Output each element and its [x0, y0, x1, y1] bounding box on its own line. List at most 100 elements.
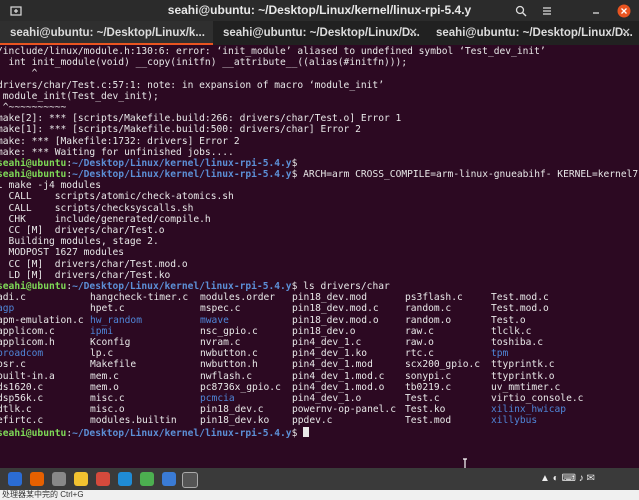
search-icon[interactable]: [509, 0, 533, 21]
ls-entry: Test.c: [405, 392, 440, 404]
ls-entry: nwbutton.c: [200, 348, 258, 360]
prompt-user: seahi@ubuntu: [0, 280, 67, 292]
ls-entry: pin18_dev.c: [200, 404, 264, 416]
folder-icon[interactable]: [74, 472, 88, 486]
ls-entry: dtlk.c: [0, 404, 32, 416]
ls-entry: tpm: [491, 348, 509, 360]
terminal-app-icon[interactable]: [182, 472, 198, 488]
ls-entry: broadcom: [0, 348, 44, 360]
prompt-path: ~/Desktop/Linux/kernel/linux-rpi-5.4.y: [72, 280, 292, 292]
tray-icons: ▲ ◐ ⌨ ♪ ✉: [540, 473, 595, 484]
tab-terminal-3[interactable]: seahi@ubuntu: ~/Desktop/Linux/D... ✕: [426, 21, 639, 45]
prompt-path: ~/Desktop/Linux/kernel/linux-rpi-5.4.y: [72, 157, 292, 169]
prompt-line: seahi@ubuntu:~/Desktop/Linux/kernel/linu…: [0, 281, 639, 292]
close-tab-icon[interactable]: ✕: [621, 21, 631, 45]
ls-entry: hpet.c: [90, 303, 125, 315]
ls-entry: pin4_dev_1.mod.c: [292, 370, 385, 382]
build-line: CC [M] drivers/char/Test.mod.o: [0, 258, 188, 270]
prompt-path: ~/Desktop/Linux/kernel/linux-rpi-5.4.y: [72, 169, 292, 181]
ls-entry: nsc_gpio.c: [200, 325, 258, 337]
ls-entry: pcmcia: [200, 392, 235, 404]
prompt-user: seahi@ubuntu: [0, 427, 67, 439]
ls-entry: pin18_dev.mod.o: [292, 314, 379, 326]
prompt-path: ~/Desktop/Linux/kernel/linux-rpi-5.4.y: [72, 427, 292, 439]
ls-entry: misc.c: [90, 392, 125, 404]
command-text: ARCH=arm CROSS_COMPILE=arm-linux-gnueabi…: [297, 169, 639, 181]
output-line: int init_module(void) __copy(initfn) __a…: [0, 57, 408, 69]
close-tab-icon[interactable]: ✕: [408, 21, 418, 45]
ls-entry: bsr.c: [0, 359, 26, 371]
tab-label: seahi@ubuntu: ~/Desktop/Linux/D...: [223, 27, 420, 39]
ls-entry: mspec.c: [200, 303, 241, 315]
status-bar: 处理器某中完的 Ctrl+G: [0, 490, 639, 500]
browser-icon[interactable]: [30, 472, 44, 486]
output-line: drivers/char/Test.c:57:1: note: in expan…: [0, 79, 384, 91]
ls-entry: pin4_dev_1.mod: [292, 359, 373, 371]
tab-bar: seahi@ubuntu: ~/Desktop/Linux/k... seahi…: [0, 21, 639, 45]
ls-entry: Test.o: [491, 314, 526, 326]
output-line: make: *** Waiting for unfinished jobs...…: [0, 146, 234, 158]
ls-entry: powernv-op-panel.c: [292, 404, 396, 416]
prompt-line: seahi@ubuntu:~/Desktop/Linux/kernel/linu…: [0, 426, 639, 439]
ls-entry: applicom.c: [0, 325, 55, 337]
ls-entry: ds1620.c: [0, 381, 44, 393]
ls-entry: apm-emulation.c: [0, 314, 84, 326]
build-line: CHK include/generated/compile.h: [0, 213, 211, 225]
ls-entry: modules.builtin: [90, 415, 177, 427]
ls-entry: hw_random: [90, 314, 142, 326]
output-line: module_init(Test_dev_init);: [0, 90, 159, 102]
ls-entry: pin18_dev.mod.c: [292, 303, 379, 315]
ls-entry: nvram.c: [200, 336, 241, 348]
ls-entry: uv_mmtimer.c: [491, 381, 561, 393]
file-manager-icon[interactable]: [52, 472, 66, 486]
ls-entry: pin4_dev_1.o: [292, 392, 362, 404]
close-icon[interactable]: [612, 0, 636, 21]
ls-entry: agp: [0, 303, 15, 315]
help-icon[interactable]: [162, 472, 176, 486]
ls-entry: ppdev.c: [292, 415, 333, 427]
ls-entry: sonypi.c: [405, 370, 452, 382]
prompt-line: seahi@ubuntu:~/Desktop/Linux/kernel/linu…: [0, 158, 639, 169]
ls-entry: scx200_gpio.c: [405, 359, 481, 371]
output-line: make[1]: *** [scripts/Makefile.build:500…: [0, 124, 361, 136]
ls-entry: ps3flash.c: [405, 292, 463, 304]
tab-terminal-1[interactable]: seahi@ubuntu: ~/Desktop/Linux/k...: [0, 21, 213, 45]
output-line: ^~~~~~~~~~~: [0, 101, 67, 113]
ls-entry: Test.ko: [405, 404, 446, 416]
ls-entry: random.o: [405, 314, 452, 326]
ls-listing: adi.cagpapm-emulation.capplicom.capplico…: [0, 292, 639, 426]
ls-entry: mem.c: [90, 370, 119, 382]
ls-entry: Test.mod.o: [491, 303, 549, 315]
build-line: CC [M] drivers/char/Test.o: [0, 225, 165, 236]
menu-icon[interactable]: [535, 0, 559, 21]
ls-entry: pin4_dev_1.c: [292, 336, 362, 348]
build-line: CALL scripts/atomic/check-atomics.sh: [0, 191, 234, 203]
taskbar: ▲ ◐ ⌨ ♪ ✉: [0, 468, 639, 490]
ls-entry: Test.mod: [405, 415, 452, 427]
ls-entry: mem.o: [90, 381, 119, 393]
output-line: /include/linux/module.h:130:6: error: ‘i…: [0, 46, 546, 57]
build-line: Building modules, stage 2.: [0, 236, 159, 248]
terminal-output[interactable]: /include/linux/module.h:130:6: error: ‘i…: [0, 46, 639, 462]
app-icon[interactable]: [96, 472, 110, 486]
prompt-user: seahi@ubuntu: [0, 169, 67, 181]
window-titlebar: seahi@ubuntu: ~/Desktop/Linux/kernel/lin…: [0, 0, 639, 21]
ls-entry: pin18_dev.mod: [292, 292, 368, 304]
build-line: LD [M] drivers/char/Test.ko: [0, 269, 171, 281]
ls-entry: dsp56k.c: [0, 392, 44, 404]
tab-terminal-2[interactable]: seahi@ubuntu: ~/Desktop/Linux/D... ✕: [213, 21, 426, 45]
ls-entry: Makefile: [90, 359, 137, 371]
chat-icon[interactable]: [118, 472, 132, 486]
ls-entry: rtc.c: [405, 348, 434, 360]
terminal-cursor: [303, 426, 310, 437]
minimize-icon[interactable]: [584, 0, 608, 21]
ls-entry: xillybus: [491, 415, 538, 427]
ls-entry: raw.o: [405, 336, 434, 348]
ls-entry: applicom.h: [0, 336, 55, 348]
ls-entry: mwave: [200, 314, 229, 326]
ls-entry: tlclk.c: [491, 325, 532, 337]
start-menu-icon[interactable]: [8, 472, 22, 486]
output-line: l make -j4 modules: [0, 180, 101, 192]
ls-entry: pin4_dev_1.mod.o: [292, 381, 385, 393]
app-icon[interactable]: [140, 472, 154, 486]
